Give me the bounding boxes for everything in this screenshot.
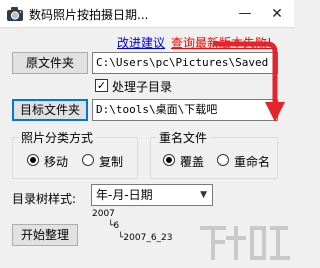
tree-style-select[interactable]: 年-月-日期 ▼ [91,184,213,206]
camera-icon [7,7,23,21]
source-folder-button[interactable]: 原文件夹 [12,52,88,74]
watermark-logo-icon [200,226,290,260]
rename-radio-label: 重命名 [234,155,271,169]
start-button[interactable]: 开始整理 [12,224,78,246]
overwrite-radio[interactable] [163,154,175,166]
chevron-down-icon: ▼ [200,190,207,200]
window-title: 数码照片按拍摄日期... [29,8,149,22]
tree-preview-day: └2007_6_23 [118,233,173,243]
move-radio-label: 移动 [44,155,69,169]
copy-radio[interactable] [82,154,94,166]
red-arrow-icon [213,41,285,122]
tree-preview-year: 2007 [92,209,115,219]
close-button[interactable]: ✕ [262,0,292,28]
rename-radio[interactable] [217,154,229,166]
feedback-link[interactable]: 改进建议 [117,34,165,51]
overwrite-radio-label: 覆盖 [180,155,205,169]
sort-mode-group: 照片分类方式 移动 复制 [12,129,138,179]
target-folder-button[interactable]: 目标文件夹 [12,99,88,121]
include-subdirs-label: 处理子目录 [112,80,173,94]
duplicate-mode-title: 重名文件 [157,129,210,146]
minimize-button[interactable]: — [230,0,260,28]
tree-style-label: 目录树样式: [12,192,77,206]
sort-mode-title: 照片分类方式 [19,129,96,146]
title-bar: 数码照片按拍摄日期... — ✕ [0,0,294,28]
include-subdirs-checkbox[interactable]: ✓ [95,79,108,92]
tree-style-value: 年-月-日期 [96,188,153,202]
copy-radio-label: 复制 [99,155,124,169]
tree-preview-month: └6 [108,221,120,231]
duplicate-mode-group: 重名文件 覆盖 重命名 [150,129,278,179]
move-radio[interactable] [27,154,39,166]
